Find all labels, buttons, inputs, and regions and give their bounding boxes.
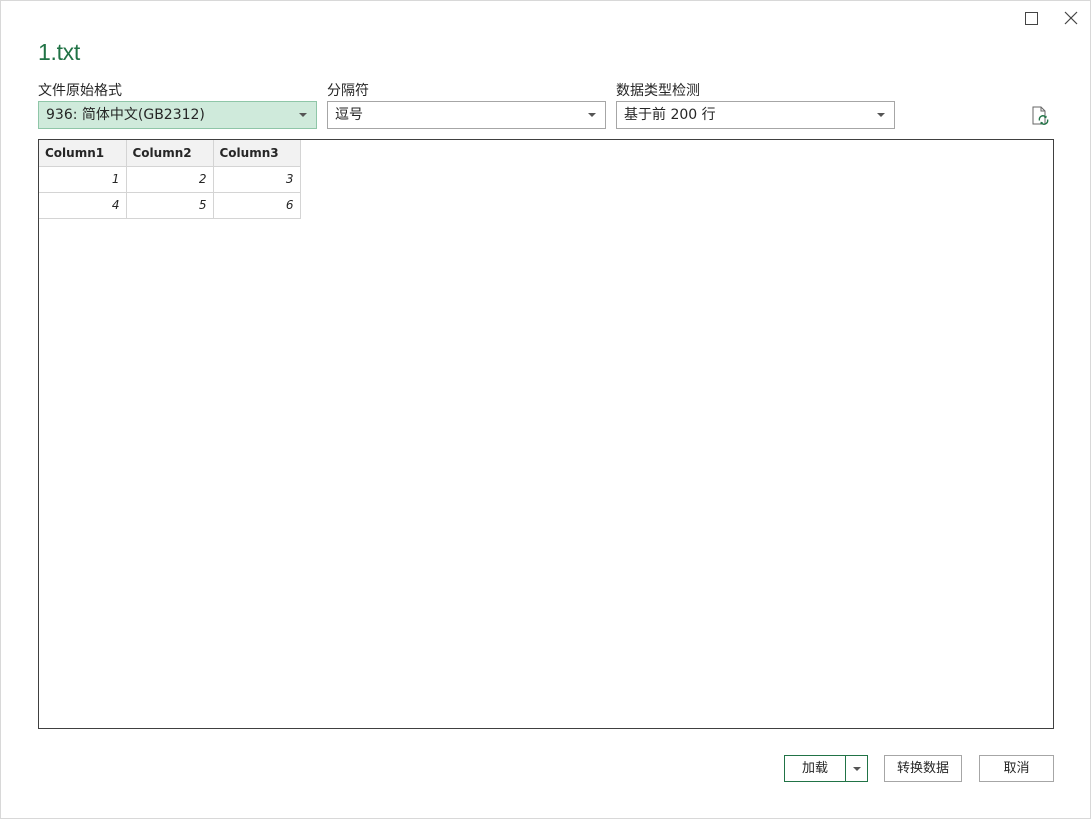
chevron-down-icon	[588, 113, 596, 117]
refresh-preview-button[interactable]	[1029, 105, 1051, 127]
table-cell: 4	[39, 192, 127, 219]
header-row: Column1 Column2 Column3	[39, 140, 301, 167]
encoding-label: 文件原始格式	[38, 83, 122, 99]
table-cell: 3	[213, 166, 301, 193]
maximize-button[interactable]	[1011, 5, 1051, 31]
data-preview-pane[interactable]: Column1 Column2 Column3 1 2 3 4 5 6	[38, 139, 1054, 729]
delimiter-select[interactable]: 逗号	[327, 101, 606, 129]
table-row: 1 2 3	[39, 166, 301, 193]
table-cell: 1	[39, 166, 127, 193]
table-row: 4 5 6	[39, 192, 301, 219]
load-options-dropdown[interactable]	[845, 755, 868, 782]
type-detection-select-value: 基于前 200 行	[624, 107, 716, 123]
table-cell: 6	[213, 192, 301, 219]
type-detection-select[interactable]: 基于前 200 行	[616, 101, 895, 129]
type-detection-label: 数据类型检测	[616, 83, 700, 99]
dialog-title: 1.txt	[38, 39, 80, 65]
close-button[interactable]	[1051, 5, 1091, 31]
delimiter-label: 分隔符	[327, 83, 369, 99]
column-header: Column3	[213, 140, 301, 167]
maximize-icon	[1024, 11, 1038, 25]
close-icon	[1064, 11, 1078, 25]
column-header: Column2	[126, 140, 214, 167]
preview-table: Column1 Column2 Column3 1 2 3 4 5 6	[39, 140, 301, 219]
dialog-window: 1.txt 文件原始格式 分隔符 数据类型检测 936: 简体中文(GB2312…	[0, 0, 1091, 819]
chevron-down-icon	[877, 113, 885, 117]
cancel-button[interactable]: 取消	[979, 755, 1054, 782]
chevron-down-icon	[299, 113, 307, 117]
table-cell: 5	[126, 192, 214, 219]
delimiter-select-value: 逗号	[335, 107, 363, 123]
refresh-file-icon	[1032, 106, 1049, 125]
column-header: Column1	[39, 140, 127, 167]
load-button[interactable]: 加载	[784, 755, 846, 782]
table-cell: 2	[126, 166, 214, 193]
chevron-down-icon	[853, 767, 861, 771]
transform-data-button[interactable]: 转换数据	[884, 755, 962, 782]
encoding-select[interactable]: 936: 简体中文(GB2312)	[38, 101, 317, 129]
encoding-select-value: 936: 简体中文(GB2312)	[46, 107, 205, 123]
